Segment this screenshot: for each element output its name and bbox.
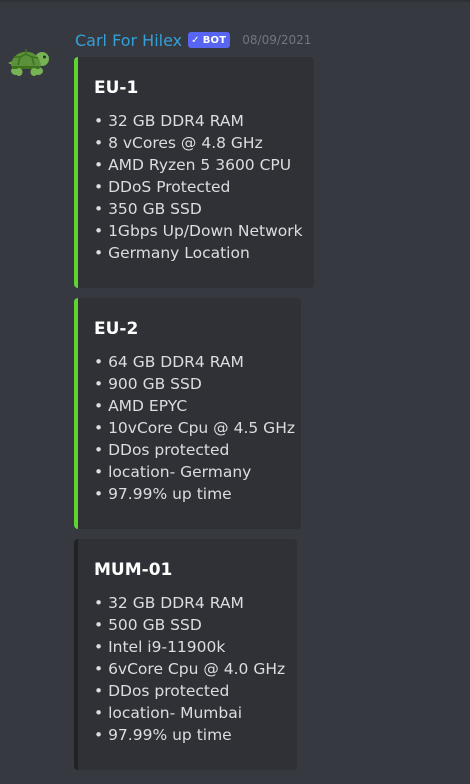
message-header: Carl For Hilex ✓ BOT 08/09/2021 [75,29,311,51]
embed-spec-line: • DDoS Protected [94,178,231,196]
embed-eu-2: EU-2 • 64 GB DDR4 RAM • 900 GB SSD • AMD… [74,298,301,529]
author-username[interactable]: Carl For Hilex [75,31,182,50]
embed-title: EU-1 [94,78,139,98]
checkmark-icon: ✓ [191,34,200,46]
embed-spec-line: • DDos protected [94,682,230,700]
embed-title: MUM-01 [94,560,173,580]
message-timestamp[interactable]: 08/09/2021 [242,33,311,47]
embed-spec-line: • 32 GB DDR4 RAM [94,594,244,612]
embed-spec-line: • location- Germany [94,463,252,481]
embed-eu-1: EU-1 • 32 GB DDR4 RAM • 8 vCores @ 4.8 G… [74,57,314,288]
embed-spec-line: • 97.99% up time [94,485,232,503]
embed-spec-line: • AMD EPYC [94,397,188,415]
embed-mum-01: MUM-01 • 32 GB DDR4 RAM • 500 GB SSD • I… [74,539,297,770]
embed-spec-line: • Intel i9-11900k [94,638,226,656]
top-divider [0,0,470,2]
embed-spec-line: • 97.99% up time [94,726,232,744]
embed-title: EU-2 [94,319,139,339]
bot-tag-label: BOT [202,34,227,46]
embed-spec-line: • 900 GB SSD [94,375,202,393]
embed-spec-line: • 8 vCores @ 4.8 GHz [94,134,263,152]
embed-spec-line: • 1Gbps Up/Down Network [94,222,303,240]
embed-spec-line: • DDos protected [94,441,230,459]
embed-spec-line: • Germany Location [94,244,250,262]
embed-spec-line: • 350 GB SSD [94,200,202,218]
embed-spec-line: • 64 GB DDR4 RAM [94,353,244,371]
embed-spec-line: • location- Mumbai [94,704,243,722]
embed-spec-line: • 6vCore Cpu @ 4.0 GHz [94,660,286,678]
turtle-avatar-icon[interactable] [4,35,50,81]
embed-spec-line: • AMD Ryzen 5 3600 CPU [94,156,292,174]
embed-spec-line: • 500 GB SSD [94,616,202,634]
embed-spec-line: • 32 GB DDR4 RAM [94,112,244,130]
bot-tag: ✓ BOT [188,32,231,48]
embed-spec-line: • 10vCore Cpu @ 4.5 GHz [94,419,295,437]
